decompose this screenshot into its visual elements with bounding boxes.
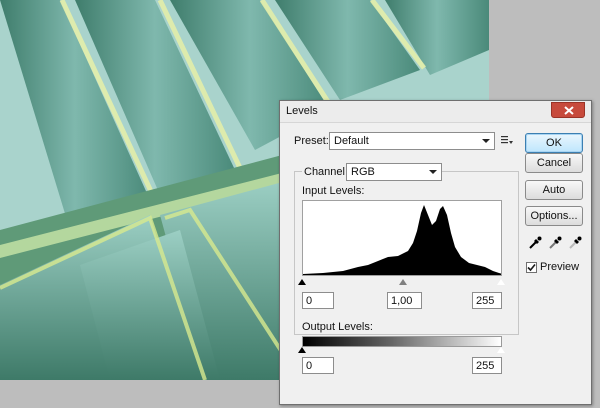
output-white-field[interactable]: 255 — [472, 357, 502, 374]
cancel-button[interactable]: Cancel — [525, 153, 583, 173]
auto-button[interactable]: Auto — [525, 180, 583, 200]
levels-dialog: Levels Preset: Default Channel: RGB Inpu… — [279, 100, 592, 405]
output-black-field[interactable]: 0 — [302, 357, 334, 374]
chevron-down-icon — [429, 170, 437, 174]
input-black-field[interactable]: 0 — [302, 292, 334, 309]
output-levels-label: Output Levels: — [302, 321, 373, 333]
close-icon — [564, 106, 574, 115]
input-gamma-handle[interactable] — [399, 279, 407, 285]
output-white-handle[interactable] — [496, 346, 506, 354]
input-white-point-handle[interactable] — [496, 278, 506, 286]
close-button[interactable] — [551, 102, 585, 118]
output-levels-slider[interactable] — [298, 346, 506, 354]
options-button[interactable]: Options... — [525, 206, 583, 226]
histogram — [302, 200, 502, 276]
input-gamma-field[interactable]: 1,00 — [387, 292, 422, 309]
ok-button[interactable]: OK — [525, 133, 583, 153]
white-eyedropper-icon[interactable] — [568, 236, 582, 250]
checkmark-icon — [527, 263, 536, 272]
preset-label: Preset: — [294, 135, 329, 147]
dialog-title: Levels — [286, 105, 318, 117]
preview-label[interactable]: Preview — [540, 261, 579, 273]
input-levels-slider[interactable] — [298, 278, 506, 286]
channel-label: Channel: — [302, 166, 351, 178]
channel-select[interactable]: RGB — [346, 163, 442, 181]
dialog-titlebar[interactable]: Levels — [280, 101, 591, 123]
input-black-point-handle[interactable] — [298, 279, 306, 285]
preset-options-icon[interactable] — [500, 134, 514, 146]
preview-checkbox[interactable] — [526, 262, 537, 273]
channel-value: RGB — [351, 166, 375, 178]
black-eyedropper-icon[interactable] — [528, 236, 542, 250]
histogram-graph — [303, 205, 501, 275]
input-levels-label: Input Levels: — [302, 185, 365, 197]
gray-eyedropper-icon[interactable] — [548, 236, 562, 250]
output-black-handle[interactable] — [298, 347, 306, 353]
input-white-field[interactable]: 255 — [472, 292, 502, 309]
chevron-down-icon — [482, 139, 490, 143]
preset-select[interactable]: Default — [329, 132, 495, 150]
preset-value: Default — [334, 135, 369, 147]
